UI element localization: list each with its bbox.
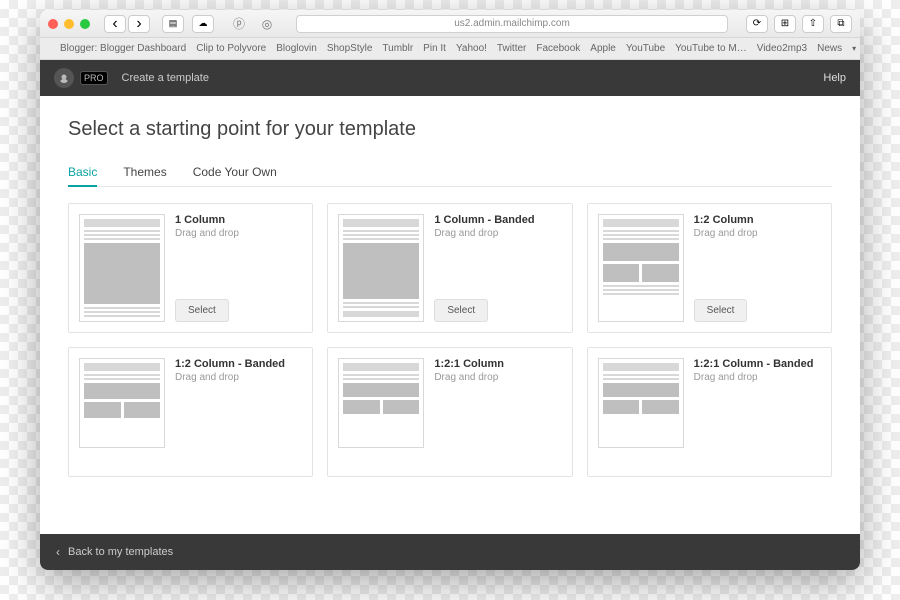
favorite-link[interactable]: Video2mp3 bbox=[757, 43, 807, 54]
template-card: 1:2 Column Drag and drop Select bbox=[587, 203, 832, 333]
template-subtitle: Drag and drop bbox=[694, 372, 821, 383]
sidebar-toggle-button[interactable]: ▤ bbox=[162, 15, 184, 33]
favorite-link[interactable]: Tumblr bbox=[382, 43, 413, 54]
content-area: Select a starting point for your templat… bbox=[40, 96, 860, 570]
favorite-link[interactable]: Bloglovin bbox=[276, 43, 317, 54]
favorite-link[interactable]: YouTube to M… bbox=[675, 43, 747, 54]
template-subtitle: Drag and drop bbox=[694, 228, 821, 239]
favorites-bar: Blogger: Blogger Dashboard Clip to Polyv… bbox=[40, 38, 860, 60]
chevron-left-icon: ‹ bbox=[56, 545, 60, 559]
footer-bar: ‹ Back to my templates bbox=[40, 534, 860, 570]
template-card: 1:2:1 Column Drag and drop bbox=[327, 347, 572, 477]
template-card: 1 Column - Banded Drag and drop Select bbox=[327, 203, 572, 333]
favorite-link[interactable]: YouTube bbox=[626, 43, 665, 54]
favorite-link[interactable]: Twitter bbox=[497, 43, 526, 54]
template-thumbnail bbox=[79, 214, 165, 322]
template-thumbnail bbox=[79, 358, 165, 448]
address-bar[interactable]: us2.admin.mailchimp.com bbox=[296, 15, 728, 33]
app-header: PRO Create a template Help bbox=[40, 60, 860, 96]
maximize-icon[interactable] bbox=[80, 19, 90, 29]
share-button[interactable]: ⇧ bbox=[802, 15, 824, 33]
download-button[interactable]: ⊞ bbox=[774, 15, 796, 33]
template-card: 1:2:1 Column - Banded Drag and drop bbox=[587, 347, 832, 477]
tabs-button[interactable]: ⧉ bbox=[830, 15, 852, 33]
template-title: 1 Column bbox=[175, 214, 302, 226]
template-title: 1:2:1 Column - Banded bbox=[694, 358, 821, 370]
template-grid: 1 Column Drag and drop Select bbox=[68, 203, 832, 477]
pinterest-icon[interactable]: ⓟ bbox=[228, 15, 250, 33]
tabs: Basic Themes Code Your Own bbox=[68, 159, 832, 187]
icloud-tabs-button[interactable]: ☁ bbox=[192, 15, 214, 33]
page-title: Select a starting point for your templat… bbox=[68, 118, 832, 141]
favorite-link[interactable]: Blogger: Blogger Dashboard bbox=[60, 43, 186, 54]
pinned-extensions: ⓟ ◎ bbox=[228, 15, 278, 33]
breadcrumb: Create a template bbox=[122, 72, 209, 84]
minimize-icon[interactable] bbox=[64, 19, 74, 29]
template-title: 1:2:1 Column bbox=[434, 358, 561, 370]
template-card: 1 Column Drag and drop Select bbox=[68, 203, 313, 333]
template-title: 1 Column - Banded bbox=[434, 214, 561, 226]
favorite-link[interactable]: Yahoo! bbox=[456, 43, 487, 54]
mailchimp-logo-icon bbox=[54, 68, 74, 88]
back-button[interactable]: ‹ bbox=[104, 15, 126, 33]
favorite-dropdown-icon[interactable]: ▾ bbox=[852, 44, 856, 53]
tab-themes[interactable]: Themes bbox=[123, 159, 166, 186]
favorite-link[interactable]: News bbox=[817, 43, 842, 54]
template-thumbnail bbox=[598, 358, 684, 448]
select-button[interactable]: Select bbox=[434, 299, 488, 322]
template-thumbnail bbox=[338, 214, 424, 322]
template-subtitle: Drag and drop bbox=[175, 372, 302, 383]
tab-basic[interactable]: Basic bbox=[68, 159, 97, 187]
extension-icon[interactable]: ◎ bbox=[256, 15, 278, 33]
favorite-link[interactable]: Apple bbox=[590, 43, 616, 54]
apps-grid-icon[interactable] bbox=[48, 44, 50, 54]
forward-button[interactable]: › bbox=[128, 15, 150, 33]
template-card: 1:2 Column - Banded Drag and drop bbox=[68, 347, 313, 477]
url-text: us2.admin.mailchimp.com bbox=[454, 18, 570, 29]
favorite-link[interactable]: Facebook bbox=[536, 43, 580, 54]
back-to-templates-link[interactable]: Back to my templates bbox=[68, 546, 173, 558]
template-subtitle: Drag and drop bbox=[434, 372, 561, 383]
template-thumbnail bbox=[598, 214, 684, 322]
template-title: 1:2 Column - Banded bbox=[175, 358, 302, 370]
tab-code-your-own[interactable]: Code Your Own bbox=[193, 159, 277, 186]
template-title: 1:2 Column bbox=[694, 214, 821, 226]
template-thumbnail bbox=[338, 358, 424, 448]
titlebar: ‹ › ▤ ☁ ⓟ ◎ us2.admin.mailchimp.com ⟳ ⊞ … bbox=[40, 10, 860, 38]
help-link[interactable]: Help bbox=[823, 72, 846, 84]
favorite-link[interactable]: ShopStyle bbox=[327, 43, 373, 54]
reader-button[interactable]: ⟳ bbox=[746, 15, 768, 33]
pro-badge: PRO bbox=[80, 71, 108, 85]
favorite-link[interactable]: Clip to Polyvore bbox=[196, 43, 266, 54]
window-controls bbox=[48, 19, 90, 29]
template-subtitle: Drag and drop bbox=[434, 228, 561, 239]
brand[interactable]: PRO bbox=[54, 68, 108, 88]
titlebar-right: ⟳ ⊞ ⇧ ⧉ bbox=[746, 15, 852, 33]
select-button[interactable]: Select bbox=[175, 299, 229, 322]
favorite-link[interactable]: Pin It bbox=[423, 43, 446, 54]
browser-window: ‹ › ▤ ☁ ⓟ ◎ us2.admin.mailchimp.com ⟳ ⊞ … bbox=[40, 10, 860, 570]
nav-arrows: ‹ › bbox=[104, 15, 150, 33]
select-button[interactable]: Select bbox=[694, 299, 748, 322]
template-subtitle: Drag and drop bbox=[175, 228, 302, 239]
close-icon[interactable] bbox=[48, 19, 58, 29]
